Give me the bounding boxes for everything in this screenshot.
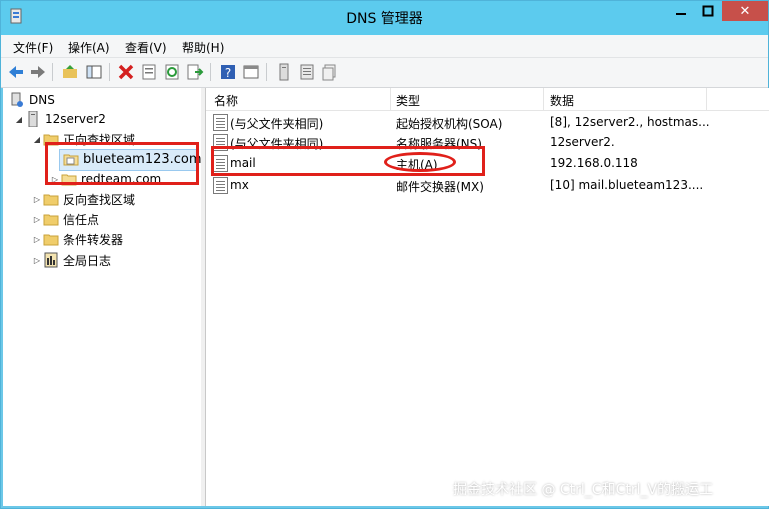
server-icon — [28, 111, 38, 127]
highlight-box-zone — [45, 142, 199, 185]
column-divider[interactable] — [390, 88, 391, 110]
menu-file[interactable]: 文件(F) — [13, 39, 53, 56]
toolbar-separator — [52, 63, 53, 81]
forward-icon[interactable] — [29, 63, 47, 81]
menu-action[interactable]: 操作(A) — [68, 39, 110, 56]
column-type[interactable]: 类型 — [396, 92, 420, 109]
folder-icon — [43, 234, 59, 246]
server-icon[interactable] — [275, 63, 293, 81]
menu-view[interactable]: 查看(V) — [125, 39, 167, 56]
expanded-arrow-icon[interactable]: ◢ — [13, 115, 25, 124]
collapsed-arrow-icon[interactable]: ▷ — [31, 215, 43, 224]
dns-root-icon — [11, 92, 23, 107]
collapsed-arrow-icon[interactable]: ▷ — [31, 195, 43, 204]
record-data: [8], 12server2., hostmas... — [550, 115, 710, 129]
tree-node-global-logs[interactable]: ▷ 全局日志 — [31, 251, 111, 269]
watermark: 掘金技术社区 @ Ctrl_C和Ctrl_V的搬运工 — [453, 482, 714, 498]
close-button[interactable]: ✕ — [722, 1, 768, 21]
records-list-pane[interactable]: 名称 类型 数据 (与父文件夹相同) 起始授权机构(SOA) [8], 12se… — [205, 88, 769, 506]
table-row[interactable]: (与父文件夹相同) 起始授权机构(SOA) [8], 12server2., h… — [206, 112, 769, 132]
properties-icon[interactable] — [140, 63, 158, 81]
toolbar-separator — [266, 63, 267, 81]
record-type: 起始授权机构(SOA) — [396, 117, 503, 131]
tree-node-dns[interactable]: DNS — [9, 91, 55, 109]
collapsed-arrow-icon[interactable]: ▷ — [31, 235, 43, 244]
show-tree-icon[interactable] — [85, 63, 103, 81]
record-data: 12server2. — [550, 135, 615, 149]
dns-manager-window: DNS 管理器 ✕ 文件(F) 操作(A) 查看(V) 帮助(H) ? DNS … — [0, 0, 769, 509]
tree-label-dns: DNS — [29, 93, 55, 107]
record-data: 192.168.0.118 — [550, 156, 638, 170]
tree-node-conditional-forwarders[interactable]: ▷ 条件转发器 — [31, 230, 123, 248]
tree-label-server: 12server2 — [45, 112, 106, 126]
delete-icon[interactable] — [117, 63, 135, 81]
refresh-icon[interactable] — [163, 63, 181, 81]
tree-pane[interactable]: DNS ◢ 12server2 ◢ 正向查找区域 blueteam123.com… — [3, 88, 202, 506]
menu-bar: 文件(F) 操作(A) 查看(V) 帮助(H) — [1, 35, 768, 58]
tree-node-reverse-zone[interactable]: ▷ 反向查找区域 — [31, 190, 135, 208]
toolbar-separator — [109, 63, 110, 81]
record-type: 邮件交换器(MX) — [396, 180, 484, 194]
folder-icon — [43, 194, 59, 206]
stack-icon[interactable] — [321, 63, 339, 81]
toolbar-separator — [210, 63, 211, 81]
back-icon[interactable] — [7, 63, 25, 81]
record-icon[interactable] — [298, 63, 316, 81]
tree-label-trust-points: 信任点 — [63, 212, 100, 227]
record-name: mx — [230, 178, 249, 192]
help-icon[interactable]: ? — [219, 63, 237, 81]
up-folder-icon[interactable] — [61, 63, 79, 81]
tree-label-conditional-forwarders: 条件转发器 — [63, 232, 124, 247]
view-icon[interactable] — [242, 63, 260, 81]
title-bar[interactable]: DNS 管理器 ✕ — [1, 1, 768, 35]
column-divider[interactable] — [706, 88, 707, 110]
expanded-arrow-icon[interactable]: ◢ — [31, 135, 43, 144]
tree-node-server[interactable]: ◢ 12server2 — [13, 110, 106, 128]
tree-label-reverse-zone: 反向查找区域 — [63, 192, 136, 207]
column-name[interactable]: 名称 — [214, 92, 238, 109]
window-title: DNS 管理器 — [346, 11, 423, 27]
maximize-icon — [702, 5, 714, 17]
tree-node-trust-points[interactable]: ▷ 信任点 — [31, 210, 99, 228]
svg-text:?: ? — [225, 66, 231, 80]
minimize-icon — [676, 13, 686, 15]
minimize-button[interactable] — [668, 1, 694, 21]
column-header: 名称 类型 数据 — [206, 88, 769, 111]
close-icon: ✕ — [739, 3, 751, 19]
menu-help[interactable]: 帮助(H) — [182, 39, 224, 56]
highlight-ellipse-type — [384, 152, 456, 172]
folder-icon — [43, 214, 59, 226]
log-icon — [44, 252, 58, 268]
record-data: [10] mail.blueteam123.... — [550, 178, 704, 192]
toolbar: ? — [1, 58, 768, 88]
maximize-button[interactable] — [695, 1, 721, 21]
record-icon — [213, 114, 228, 131]
record-name: (与父文件夹相同) — [230, 117, 324, 131]
table-row[interactable]: mx 邮件交换器(MX) [10] mail.blueteam123.... — [206, 175, 769, 195]
record-icon — [213, 177, 228, 194]
tree-label-global-logs: 全局日志 — [63, 253, 112, 268]
column-data[interactable]: 数据 — [550, 92, 574, 109]
column-divider[interactable] — [543, 88, 544, 110]
collapsed-arrow-icon[interactable]: ▷ — [31, 256, 43, 265]
export-list-icon[interactable] — [186, 63, 204, 81]
